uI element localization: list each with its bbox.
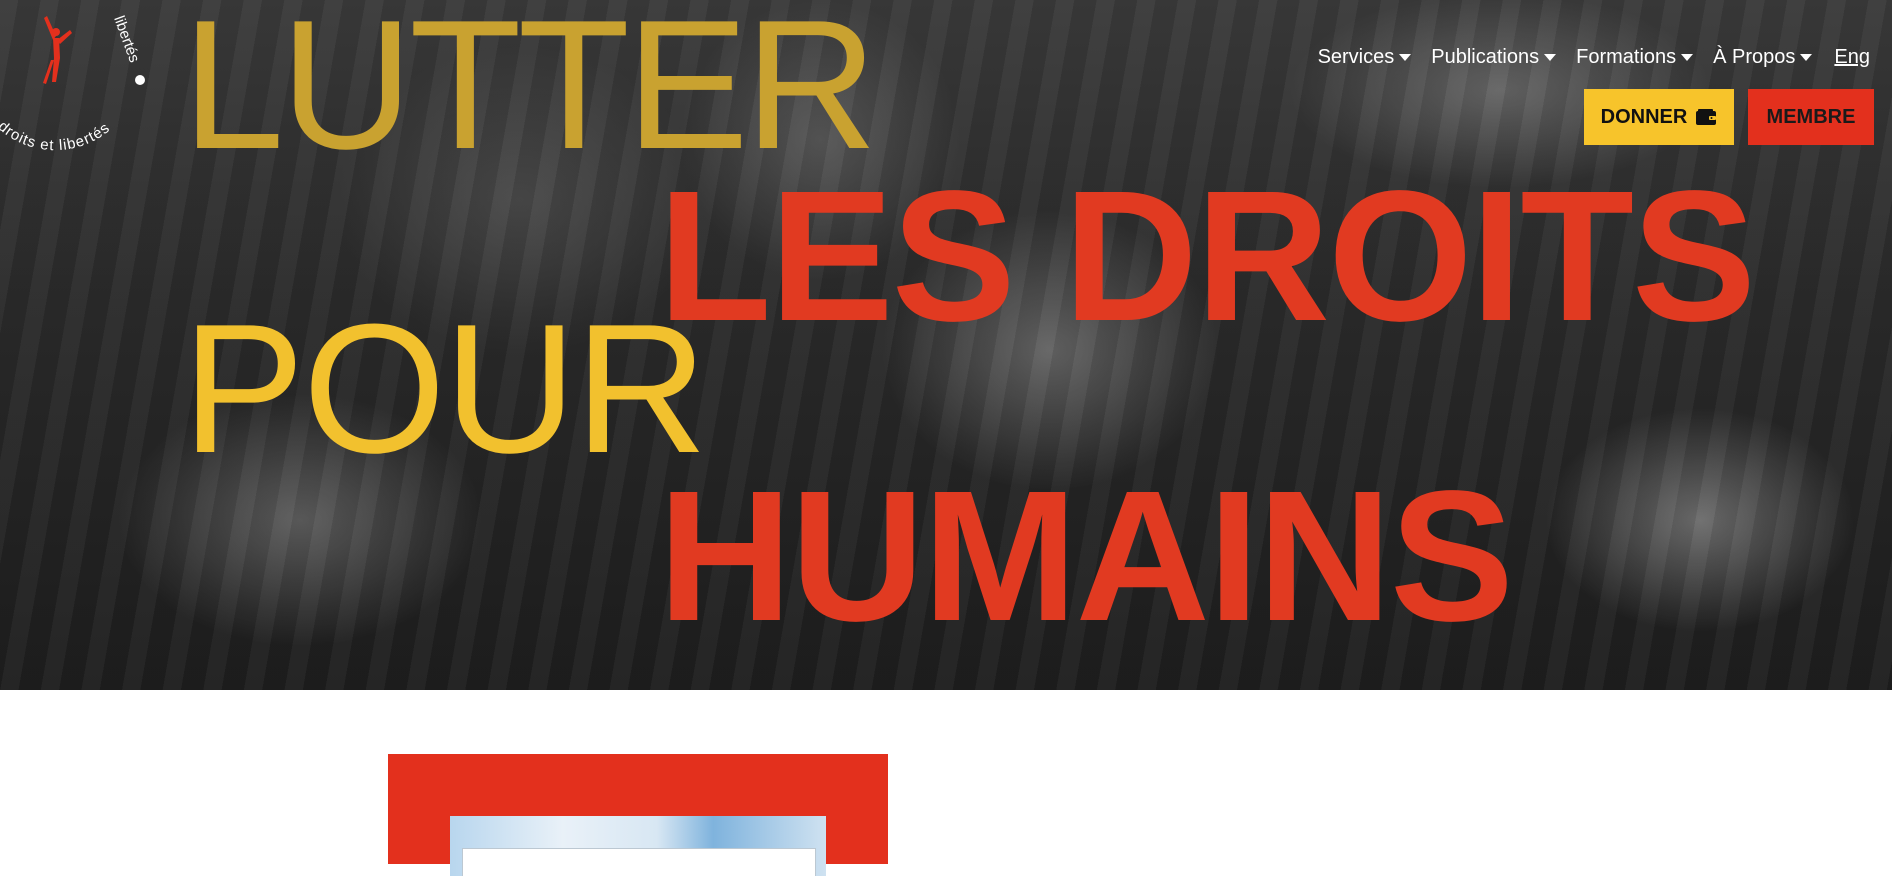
nav-formations-dropdown[interactable]: Formations — [1576, 46, 1694, 69]
hero-word-lutter: LUTTER — [182, 0, 878, 187]
member-button-label: MEMBRE — [1766, 105, 1856, 128]
donate-button[interactable]: DONNER — [1584, 89, 1734, 145]
svg-text:libertés: libertés — [110, 14, 143, 65]
caret-down-icon — [1399, 54, 1412, 61]
caret-down-icon — [1544, 54, 1557, 61]
featured-card[interactable] — [388, 754, 888, 876]
nav-a-propos-dropdown[interactable]: À Propos — [1713, 46, 1813, 69]
member-button[interactable]: MEMBRE — [1748, 89, 1874, 145]
nav-publications-label: Publications — [1431, 46, 1540, 68]
language-switch-link[interactable]: Eng — [1834, 46, 1870, 69]
hero-word-humains: HUMAINS — [658, 453, 1514, 660]
nav-services-label: Services — [1317, 46, 1395, 68]
svg-text:droits et libertés: droits et libertés — [0, 118, 113, 154]
caret-down-icon — [1800, 54, 1813, 61]
wallet-icon — [1696, 108, 1717, 125]
hero-word-pour: POUR — [182, 285, 708, 491]
nav-a-propos-label: À Propos — [1713, 46, 1796, 68]
featured-card-image — [450, 816, 826, 876]
header-actions: DONNER MEMBRE — [1584, 89, 1874, 145]
nav-publications-dropdown[interactable]: Publications — [1431, 46, 1557, 69]
nav-services-dropdown[interactable]: Services — [1318, 46, 1412, 69]
main-nav: Services Publications Formations À Propo… — [1298, 46, 1870, 69]
site-logo[interactable]: droits et libertés libertés — [0, 0, 160, 160]
caret-down-icon — [1681, 54, 1694, 61]
donate-button-label: DONNER — [1600, 105, 1688, 128]
hero-word-les-droits: LES DROITS — [658, 153, 1756, 360]
nav-formations-label: Formations — [1576, 46, 1677, 68]
hero-banner: droits et libertés libertés LUTTER POUR … — [0, 0, 1892, 690]
logo-emblem-icon: droits et libertés libertés — [0, 14, 145, 154]
